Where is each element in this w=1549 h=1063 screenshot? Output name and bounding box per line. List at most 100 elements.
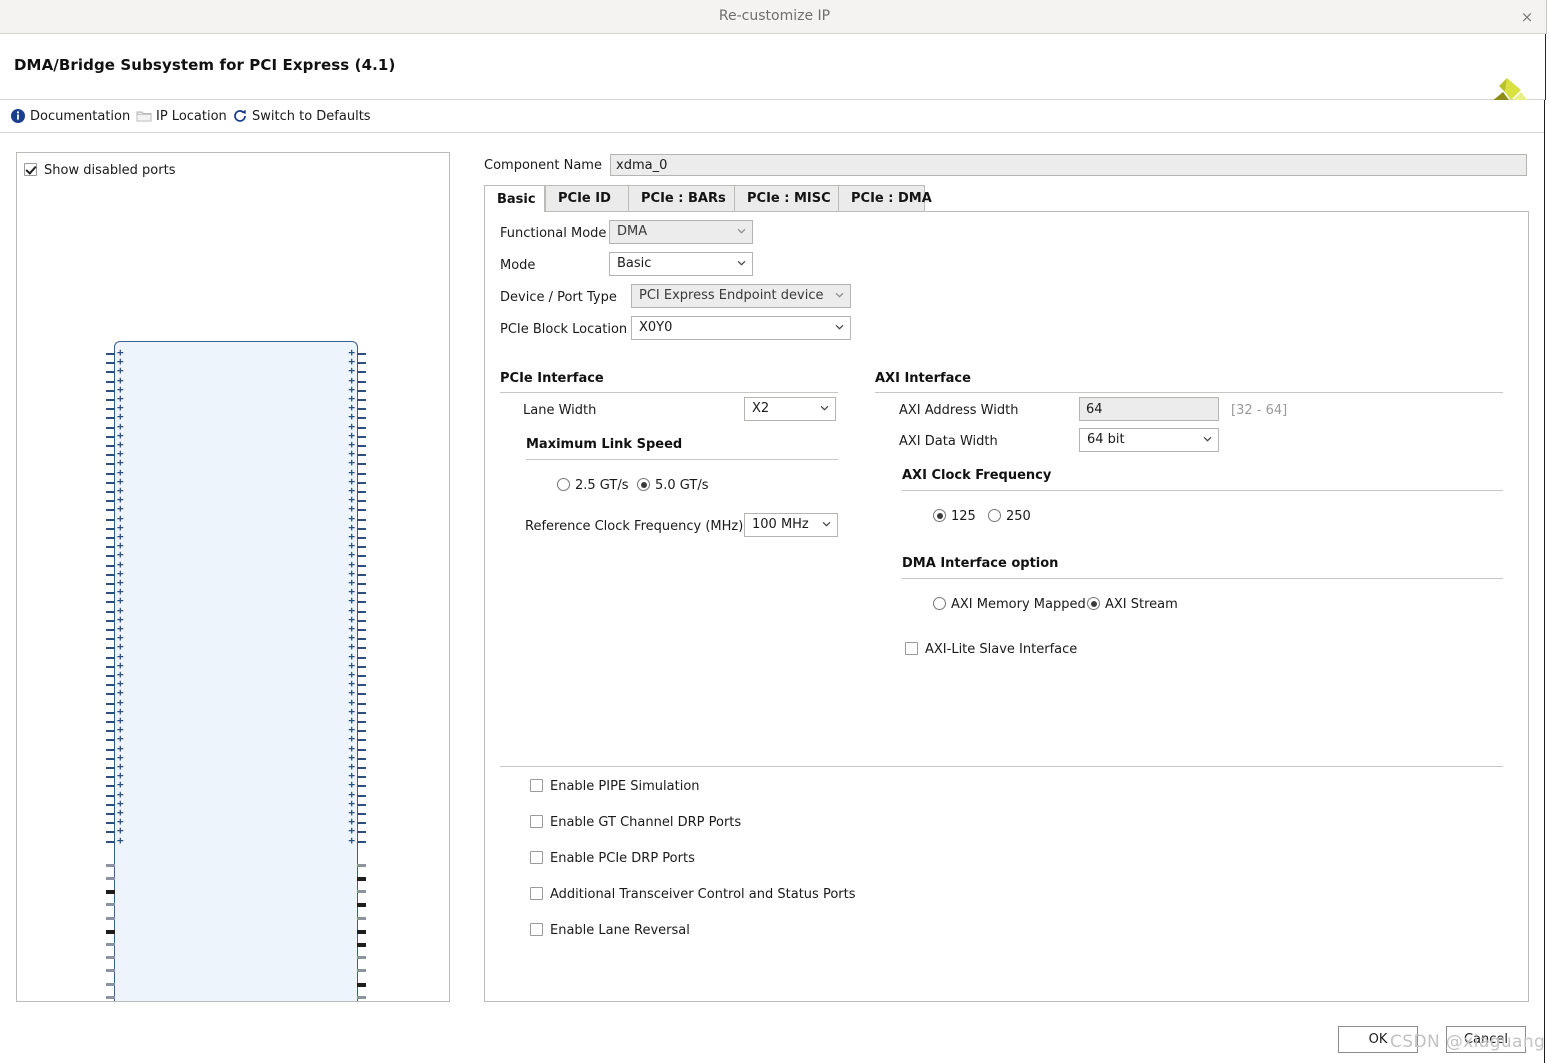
ip-toolbar: Documentation IP Location Switch to Defa… [0, 100, 1549, 133]
tab-pcie-misc[interactable]: PCIe : MISC [734, 185, 843, 212]
pcie-interface-title: PCIe Interface [500, 371, 604, 386]
ip-block-left-ports: + + + + + + + + + + + + + + + + + + + + + + + + + + + + + + + + + + + + + + + +… [106, 342, 133, 1001]
axi-lite-slave-interface-checkbox[interactable]: AXI-Lite Slave Interface [905, 641, 1077, 659]
switch-to-defaults-label: Switch to Defaults [252, 109, 371, 124]
radio-circle-2p5 [557, 478, 570, 491]
axi-clock-250-radio[interactable]: 250 [988, 508, 1031, 526]
info-icon [10, 108, 26, 124]
axi-data-width-select[interactable]: 64 bit [1079, 428, 1219, 452]
device-port-type-value: PCI Express Endpoint device [639, 288, 824, 303]
refresh-icon [232, 108, 248, 124]
enable-pipe-simulation-checkbox[interactable]: Enable PIPE Simulation [530, 778, 700, 796]
checkbox-box-show-disabled-ports [24, 163, 37, 176]
enable-pcie-drp-checkbox[interactable]: Enable PCIe DRP Ports [530, 850, 695, 868]
mode-value: Basic [617, 256, 652, 271]
axi-clock-frequency-title: AXI Clock Frequency [902, 468, 1052, 483]
device-port-type-select[interactable]: PCI Express Endpoint device [631, 284, 851, 308]
pcie-block-location-select[interactable]: X0Y0 [631, 316, 851, 340]
window-title: Re-customize IP [718, 8, 831, 24]
show-disabled-ports-checkbox[interactable]: Show disabled ports [24, 162, 175, 179]
checkbox-box-additional-transceiver [530, 887, 543, 900]
ip-header: DMA/Bridge Subsystem for PCI Express (4.… [0, 34, 1549, 112]
enable-pcie-drp-label: Enable PCIe DRP Ports [550, 851, 695, 866]
axi-address-width-label: AXI Address Width [899, 403, 1019, 418]
link-speed-5p0-radio[interactable]: 5.0 GT/s [637, 477, 709, 495]
pcie-interface-rule [500, 392, 838, 393]
axi-address-width-input[interactable] [1079, 397, 1219, 421]
lane-width-value: X2 [752, 401, 770, 416]
tab-pcie-id[interactable]: PCIe ID [545, 185, 623, 212]
functional-mode-select[interactable]: DMA [609, 220, 753, 244]
checkbox-box-lane-reversal [530, 923, 543, 936]
functional-mode-value: DMA [617, 224, 648, 239]
reference-clock-select[interactable]: 100 MHz [744, 513, 838, 537]
link-speed-5p0-label: 5.0 GT/s [655, 478, 709, 493]
switch-to-defaults-button[interactable]: Switch to Defaults [232, 108, 371, 126]
mode-select[interactable]: Basic [609, 252, 753, 276]
axi-clock-250-label: 250 [1006, 509, 1031, 524]
pcie-block-location-value: X0Y0 [639, 320, 673, 335]
tab-pcie-dma[interactable]: PCIe : DMA [838, 185, 944, 212]
window-titlebar: Re-customize IP × [0, 0, 1549, 34]
radio-circle-125 [933, 509, 946, 522]
additional-transceiver-ports-label: Additional Transceiver Control and Statu… [550, 887, 856, 902]
chevron-down-icon [1203, 436, 1212, 442]
bottom-section-rule [500, 766, 1503, 767]
documentation-button[interactable]: Documentation [10, 108, 130, 126]
checkbox-box-pcie-drp [530, 851, 543, 864]
chevron-down-icon [820, 405, 829, 411]
tab-basic[interactable]: Basic [484, 185, 545, 212]
functional-mode-label: Functional Mode [500, 226, 607, 241]
ip-diagram-canvas[interactable]: + + + + + + + + + + + + + + + + + + + + + + + + + + + + + + + + + + + + + + + +… [17, 186, 449, 1001]
axi-clock-125-radio[interactable]: 125 [933, 508, 976, 526]
link-speed-2p5-radio[interactable]: 2.5 GT/s [557, 477, 629, 495]
checkbox-box-axi-lite-slave [905, 642, 918, 655]
component-name-label: Component Name [484, 158, 602, 173]
radio-circle-250 [988, 509, 1001, 522]
ip-block-right-ports: + + + + + + + + + + + + + + + + + + + + + + + + + + + + + + + + + + + + + + + +… [339, 342, 366, 1001]
component-name-input[interactable] [610, 154, 1527, 176]
checkbox-box-gt-channel-drp [530, 815, 543, 828]
enable-lane-reversal-checkbox[interactable]: Enable Lane Reversal [530, 922, 690, 940]
reference-clock-label: Reference Clock Frequency (MHz) [525, 519, 744, 534]
chevron-down-icon [737, 228, 746, 234]
axi-memory-mapped-radio[interactable]: AXI Memory Mapped [933, 596, 1086, 614]
mode-label: Mode [500, 258, 536, 273]
page-title: DMA/Bridge Subsystem for PCI Express (4.… [14, 56, 396, 74]
cancel-button[interactable]: Cancel [1446, 1026, 1526, 1053]
max-link-speed-rule [526, 459, 838, 460]
chevron-down-icon [822, 521, 831, 527]
axi-interface-title: AXI Interface [875, 371, 971, 386]
chevron-down-icon [835, 324, 844, 330]
show-disabled-ports-label: Show disabled ports [44, 163, 176, 178]
enable-gt-channel-drp-checkbox[interactable]: Enable GT Channel DRP Ports [530, 814, 741, 832]
axi-clock-125-label: 125 [951, 509, 976, 524]
axi-stream-radio[interactable]: AXI Stream [1087, 596, 1178, 614]
tab-pcie-bars[interactable]: PCIe : BARs [628, 185, 738, 212]
lane-width-label: Lane Width [523, 403, 597, 418]
axi-memory-mapped-label: AXI Memory Mapped [951, 597, 1086, 612]
dma-interface-option-title: DMA Interface option [902, 556, 1059, 571]
axi-address-width-range-hint: [32 - 64] [1231, 403, 1288, 418]
chevron-down-icon [737, 260, 746, 266]
axi-data-width-value: 64 bit [1087, 432, 1125, 447]
pcie-block-location-label: PCIe Block Location [500, 322, 628, 337]
lane-width-select[interactable]: X2 [744, 397, 836, 421]
ip-block-symbol: + + + + + + + + + + + + + + + + + + + + + + + + + + + + + + + + + + + + + + + +… [106, 341, 366, 1001]
ip-config-panel: Component Name Basic PCIe ID PCIe : BARs… [484, 152, 1529, 1002]
re-customize-ip-window: Re-customize IP × DMA/Bridge Subsystem f… [0, 0, 1549, 1063]
axi-data-width-label: AXI Data Width [899, 434, 998, 449]
link-speed-2p5-label: 2.5 GT/s [575, 478, 629, 493]
basic-tab-panel: Functional Mode DMA Mode Basic Device / … [484, 212, 1529, 1002]
enable-gt-channel-drp-label: Enable GT Channel DRP Ports [550, 815, 742, 830]
additional-transceiver-ports-checkbox[interactable]: Additional Transceiver Control and Statu… [530, 886, 856, 904]
ok-button[interactable]: OK [1338, 1026, 1418, 1053]
close-icon[interactable]: × [1517, 8, 1537, 26]
radio-circle-5p0 [637, 478, 650, 491]
window-right-edge [1544, 100, 1549, 1063]
ip-location-button[interactable]: IP Location [136, 108, 227, 126]
axi-stream-label: AXI Stream [1105, 597, 1178, 612]
max-link-speed-title: Maximum Link Speed [526, 437, 683, 452]
axi-clock-frequency-rule [902, 490, 1503, 491]
axi-interface-rule [875, 392, 1503, 393]
